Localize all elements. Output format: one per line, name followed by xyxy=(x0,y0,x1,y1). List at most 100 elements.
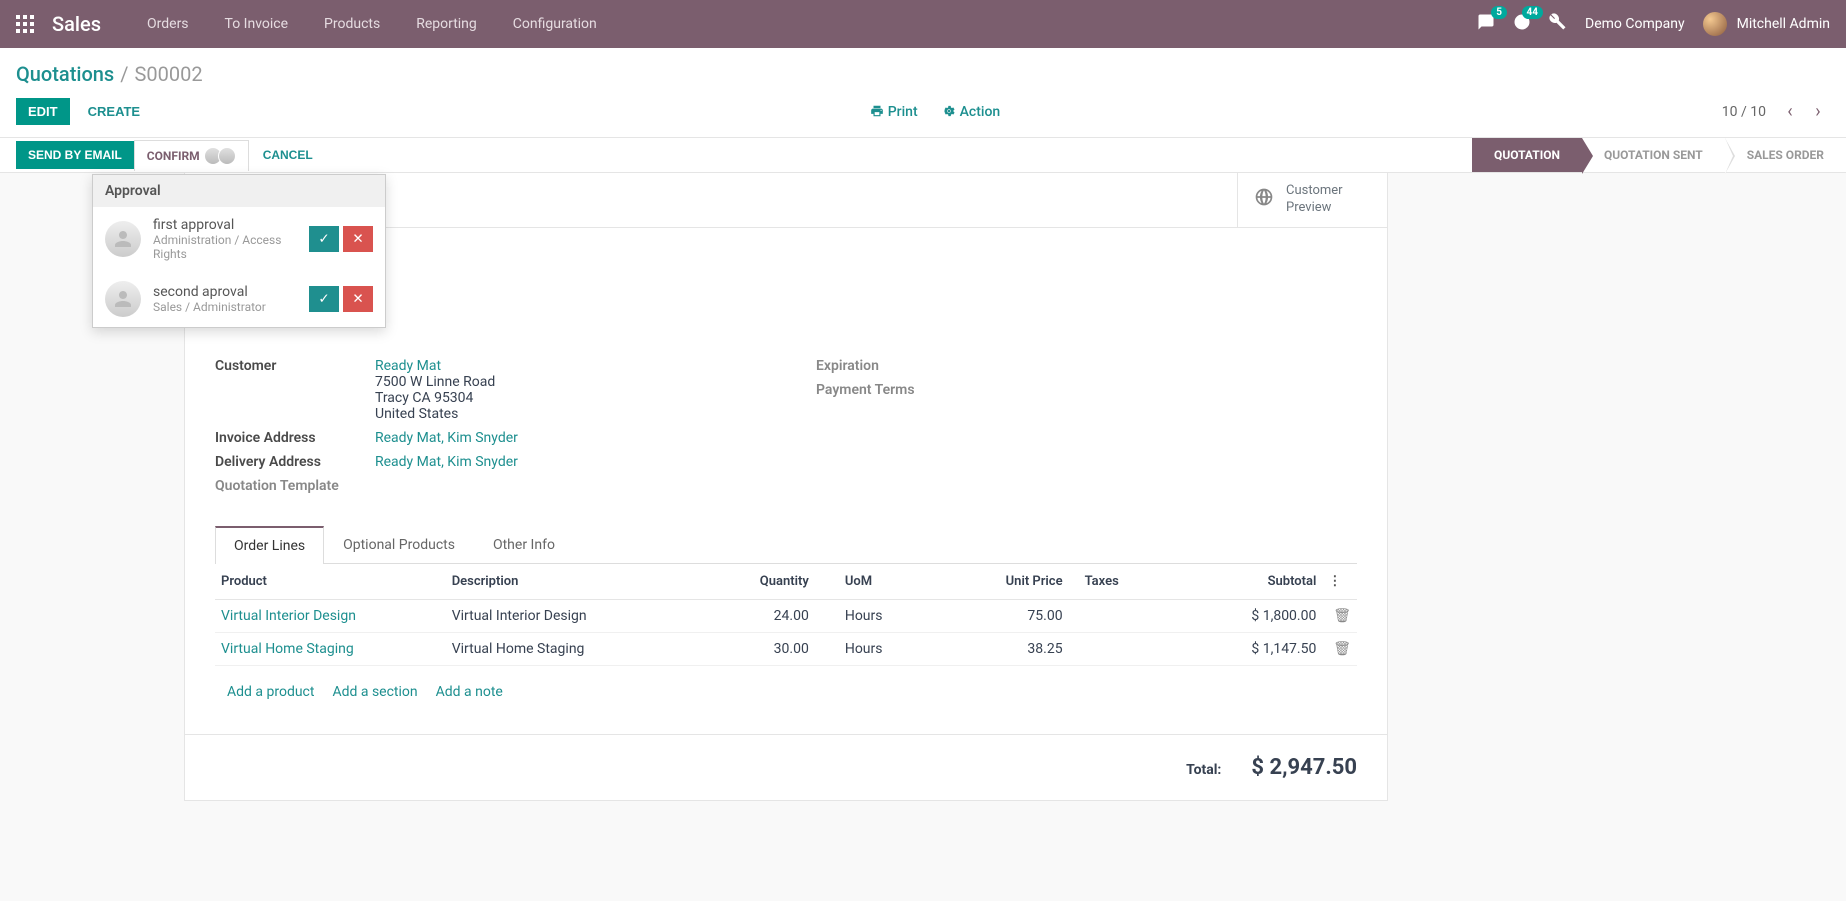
approval-item: second aproval Sales / Administrator ✓ ✕ xyxy=(93,271,385,327)
product-link[interactable]: Virtual Home Staging xyxy=(221,641,354,657)
app-brand[interactable]: Sales xyxy=(52,12,101,36)
user-menu[interactable]: Mitchell Admin xyxy=(1703,12,1830,36)
col-product: Product xyxy=(215,564,446,600)
apps-icon[interactable] xyxy=(16,15,34,33)
approval-header: Approval xyxy=(93,175,385,207)
activities-badge: 44 xyxy=(1522,6,1543,19)
cell-taxes xyxy=(1069,599,1161,632)
product-link[interactable]: Virtual Interior Design xyxy=(221,608,356,624)
add-product-link[interactable]: Add a product xyxy=(227,684,314,700)
reject-button[interactable]: ✕ xyxy=(343,286,373,312)
nav-to-invoice[interactable]: To Invoice xyxy=(207,16,307,32)
user-name: Mitchell Admin xyxy=(1737,16,1830,32)
breadcrumb-root[interactable]: Quotations xyxy=(16,62,114,86)
total-label: Total: xyxy=(1186,762,1221,778)
send-email-button[interactable]: SEND BY EMAIL xyxy=(16,141,134,169)
total-value: $ 2,947.50 xyxy=(1251,755,1357,780)
invoice-address-label: Invoice Address xyxy=(215,430,375,446)
tabs: Order Lines Optional Products Other Info xyxy=(215,526,1357,564)
user-avatar xyxy=(1703,12,1727,36)
col-unit-price: Unit Price xyxy=(930,564,1068,600)
topbar: Sales Orders To Invoice Products Reporti… xyxy=(0,0,1846,48)
delete-row-icon[interactable]: 🗑 xyxy=(1333,641,1351,657)
nav-reporting[interactable]: Reporting xyxy=(398,16,495,32)
cell-uom: Hours xyxy=(815,632,930,665)
approver-avatar-icon xyxy=(105,281,141,317)
cell-uom: Hours xyxy=(815,599,930,632)
approval-title: second aproval xyxy=(153,284,297,300)
approve-button[interactable]: ✓ xyxy=(309,286,339,312)
col-taxes: Taxes xyxy=(1069,564,1161,600)
create-button[interactable]: CREATE xyxy=(80,98,148,125)
next-record-button[interactable]: › xyxy=(1806,100,1830,124)
delete-row-icon[interactable]: 🗑 xyxy=(1333,608,1351,624)
globe-icon xyxy=(1254,187,1274,212)
nav-orders[interactable]: Orders xyxy=(129,16,207,32)
customer-link[interactable]: Ready Mat xyxy=(375,358,441,374)
cell-taxes xyxy=(1069,632,1161,665)
messages-badge: 5 xyxy=(1491,6,1507,19)
breadcrumb-current: S00002 xyxy=(135,62,203,86)
status-quotation-sent[interactable]: QUOTATION SENT xyxy=(1582,138,1725,172)
delivery-address-link[interactable]: Ready Mat, Kim Snyder xyxy=(375,454,518,470)
action-button[interactable]: Action xyxy=(942,104,1001,120)
messages-icon[interactable]: 5 xyxy=(1477,13,1495,35)
customer-preview-button[interactable]: Customer Preview xyxy=(1237,173,1387,227)
table-add-row: Add a product Add a section Add a note xyxy=(215,665,1357,718)
cancel-button[interactable]: CANCEL xyxy=(249,141,327,169)
tab-order-lines[interactable]: Order Lines xyxy=(215,526,324,564)
status-sales-order[interactable]: SALES ORDER xyxy=(1725,138,1846,172)
approval-popup: Approval first approval Administration /… xyxy=(92,174,386,328)
nav-products[interactable]: Products xyxy=(306,16,398,32)
pager[interactable]: 10 / 10 xyxy=(1722,104,1766,120)
cell-price: 75.00 xyxy=(930,599,1068,632)
table-row[interactable]: Virtual Home Staging Virtual Home Stagin… xyxy=(215,632,1357,665)
print-button[interactable]: Print xyxy=(870,104,918,120)
approval-role: Administration / Access Rights xyxy=(153,233,297,261)
address-line: United States xyxy=(375,406,756,422)
order-lines-table: Product Description Quantity UoM Unit Pr… xyxy=(215,564,1357,718)
address-line: 7500 W Linne Road xyxy=(375,374,756,390)
cell-qty: 30.00 xyxy=(699,632,814,665)
breadcrumb-sep: / xyxy=(120,62,128,86)
table-row[interactable]: Virtual Interior Design Virtual Interior… xyxy=(215,599,1357,632)
approval-role: Sales / Administrator xyxy=(153,300,297,314)
confirm-button[interactable]: CONFIRM xyxy=(134,140,249,171)
delivery-address-label: Delivery Address xyxy=(215,454,375,470)
col-uom: UoM xyxy=(815,564,930,600)
total-row: Total: $ 2,947.50 xyxy=(185,734,1387,800)
breadcrumb: Quotations / S00002 xyxy=(0,48,1846,90)
col-subtotal: Subtotal xyxy=(1161,564,1322,600)
nav-configuration[interactable]: Configuration xyxy=(495,16,615,32)
cell-description: Virtual Interior Design xyxy=(446,599,700,632)
invoice-address-link[interactable]: Ready Mat, Kim Snyder xyxy=(375,430,518,446)
expiration-label: Expiration xyxy=(816,358,976,374)
control-bar: EDIT CREATE Print Action 10 / 10 ‹ › xyxy=(0,90,1846,138)
add-section-link[interactable]: Add a section xyxy=(332,684,417,700)
add-note-link[interactable]: Add a note xyxy=(436,684,503,700)
cell-subtotal: $ 1,800.00 xyxy=(1161,599,1322,632)
status-quotation[interactable]: QUOTATION xyxy=(1472,138,1582,172)
prev-record-button[interactable]: ‹ xyxy=(1778,100,1802,124)
address-line: Tracy CA 95304 xyxy=(375,390,756,406)
debug-icon[interactable] xyxy=(1549,13,1567,35)
approval-title: first approval xyxy=(153,217,297,233)
activities-icon[interactable]: 44 xyxy=(1513,13,1531,35)
col-menu-icon[interactable]: ⋮ xyxy=(1322,564,1357,600)
cell-description: Virtual Home Staging xyxy=(446,632,700,665)
reject-button[interactable]: ✕ xyxy=(343,226,373,252)
cell-qty: 24.00 xyxy=(699,599,814,632)
approval-item: first approval Administration / Access R… xyxy=(93,207,385,271)
tab-optional-products[interactable]: Optional Products xyxy=(324,526,474,563)
edit-button[interactable]: EDIT xyxy=(16,98,70,125)
payment-terms-label: Payment Terms xyxy=(816,382,976,398)
cell-subtotal: $ 1,147.50 xyxy=(1161,632,1322,665)
col-description: Description xyxy=(446,564,700,600)
approver-avatar-icon xyxy=(105,221,141,257)
company-selector[interactable]: Demo Company xyxy=(1585,16,1685,32)
cell-price: 38.25 xyxy=(930,632,1068,665)
approver-avatars xyxy=(208,147,236,165)
tab-other-info[interactable]: Other Info xyxy=(474,526,574,563)
approve-button[interactable]: ✓ xyxy=(309,226,339,252)
customer-label: Customer xyxy=(215,358,375,422)
